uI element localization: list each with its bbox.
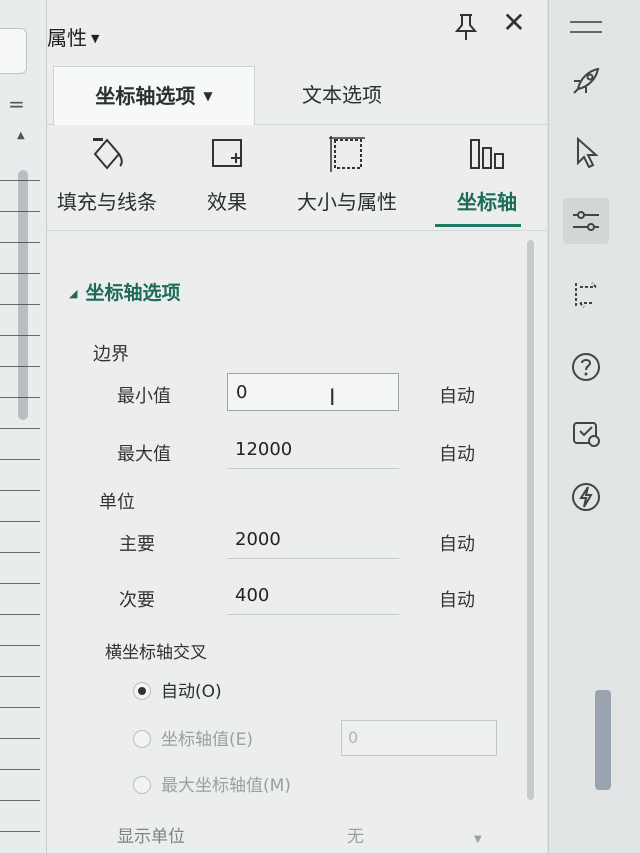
display-unit-label: 显示单位 [117,827,185,847]
panel-title-text: 属性 [47,26,87,50]
pin-icon[interactable] [451,12,481,42]
max-auto-button[interactable]: 自动 [439,440,475,466]
major-label: 主要 [119,534,155,555]
display-unit-value: 无 [347,827,364,847]
subtab-fill-line-label: 填充与线条 [57,190,157,214]
max-label: 最大值 [117,444,171,465]
subtab-size-properties[interactable]: 大小与属性 [277,130,417,230]
minor-value-input[interactable]: 400 [227,577,399,615]
subtab-effect[interactable]: 效果 [167,130,287,230]
axis-value-input[interactable]: 0 [341,720,497,756]
radio-axis-value[interactable]: 坐标轴值(E) [133,726,253,754]
radio-auto-label: 自动(O) [161,682,222,702]
caret-down-icon: ▼ [91,32,100,45]
collapse-triangle-icon: ◢ [69,287,78,300]
section-title: 坐标轴选项 [85,282,181,304]
settings-sliders-icon[interactable] [563,198,609,244]
effect-icon [212,139,242,167]
min-auto-button[interactable]: 自动 [439,382,475,408]
tab-text-options[interactable]: 文本选项 [267,66,417,124]
bounds-label: 边界 [93,344,129,365]
subtab-fill-line[interactable]: 填充与线条 [47,130,167,230]
sheet-rows [0,150,40,850]
radio-button[interactable] [133,776,151,794]
radio-max-axis-value-label: 最大坐标轴值(M) [161,776,291,796]
panel-title[interactable]: 属性 ▼ [47,22,99,51]
help-icon[interactable] [563,344,609,390]
panel-header: 属性 ▼ ✕ [47,0,547,62]
tab-axis-options[interactable]: 坐标轴选项 ▼ [53,66,255,125]
cursor-icon[interactable] [563,130,609,176]
minor-label: 次要 [119,590,155,611]
formula-equals-icon: = [8,92,25,116]
min-label: 最小值 [117,386,171,407]
tab-axis-options-label: 坐标轴选项 [95,84,196,108]
section-header-axis-options[interactable]: ◢ 坐标轴选项 [69,278,180,305]
bar-chart-icon [470,139,504,169]
properties-panel: 属性 ▼ ✕ 坐标轴选项 ▼ 文本选项 填充与线条 效果 大小与属性 坐标轴 ◢… [47,0,547,853]
menu-icon[interactable] [563,4,609,50]
divider [47,230,547,231]
text-cursor-icon: I [329,386,336,411]
edge-scroll-handle[interactable] [595,690,611,790]
right-toolbar [548,0,640,853]
tab-text-options-label: 文本选项 [302,83,382,107]
name-box[interactable] [0,28,27,74]
max-value-input[interactable]: 12000 [227,431,399,469]
transform-icon[interactable] [563,272,609,318]
panel-scrollbar-thumb[interactable] [527,240,534,800]
subtab-axis-label: 坐标轴 [457,190,517,214]
rocket-icon[interactable] [563,58,609,104]
radio-button[interactable] [133,682,151,700]
radio-button[interactable] [133,730,151,748]
min-value-input[interactable]: 0 [227,373,399,411]
minor-auto-button[interactable]: 自动 [439,586,475,612]
major-value-input[interactable]: 2000 [227,521,399,559]
scroll-up-arrow-icon[interactable]: ▲ [17,130,25,141]
units-label: 单位 [99,492,135,513]
fill-bucket-icon [93,138,123,170]
display-unit-select[interactable]: 无 ▼ [347,822,482,847]
close-icon[interactable]: ✕ [499,8,529,38]
panel-content: ◢ 坐标轴选项 边界 最小值 0 自动 I 最大值 12000 自动 单位 主要 … [47,240,547,853]
radio-max-axis-value[interactable]: 最大坐标轴值(M) [133,772,291,800]
subtab-axis[interactable]: 坐标轴 [417,130,557,230]
subtab-effect-label: 效果 [207,190,247,214]
tab-bar: 坐标轴选项 ▼ 文本选项 [47,66,547,125]
subtab-bar: 填充与线条 效果 大小与属性 坐标轴 [47,130,547,230]
subtab-size-label: 大小与属性 [297,190,397,214]
lightning-icon[interactable] [563,474,609,520]
panel-scrollbar[interactable] [525,230,535,853]
major-auto-button[interactable]: 自动 [439,530,475,556]
active-subtab-underline [435,224,521,227]
cross-label: 横坐标轴交叉 [105,643,207,663]
radio-auto[interactable]: 自动(O) [133,678,222,706]
spreadsheet-edge: = ▲ [0,0,47,853]
radio-axis-value-label: 坐标轴值(E) [161,730,254,750]
chevron-down-icon: ▼ [474,834,482,845]
size-icon [329,136,365,172]
caret-down-icon: ▼ [203,89,213,103]
cloud-sync-icon[interactable] [563,410,609,456]
